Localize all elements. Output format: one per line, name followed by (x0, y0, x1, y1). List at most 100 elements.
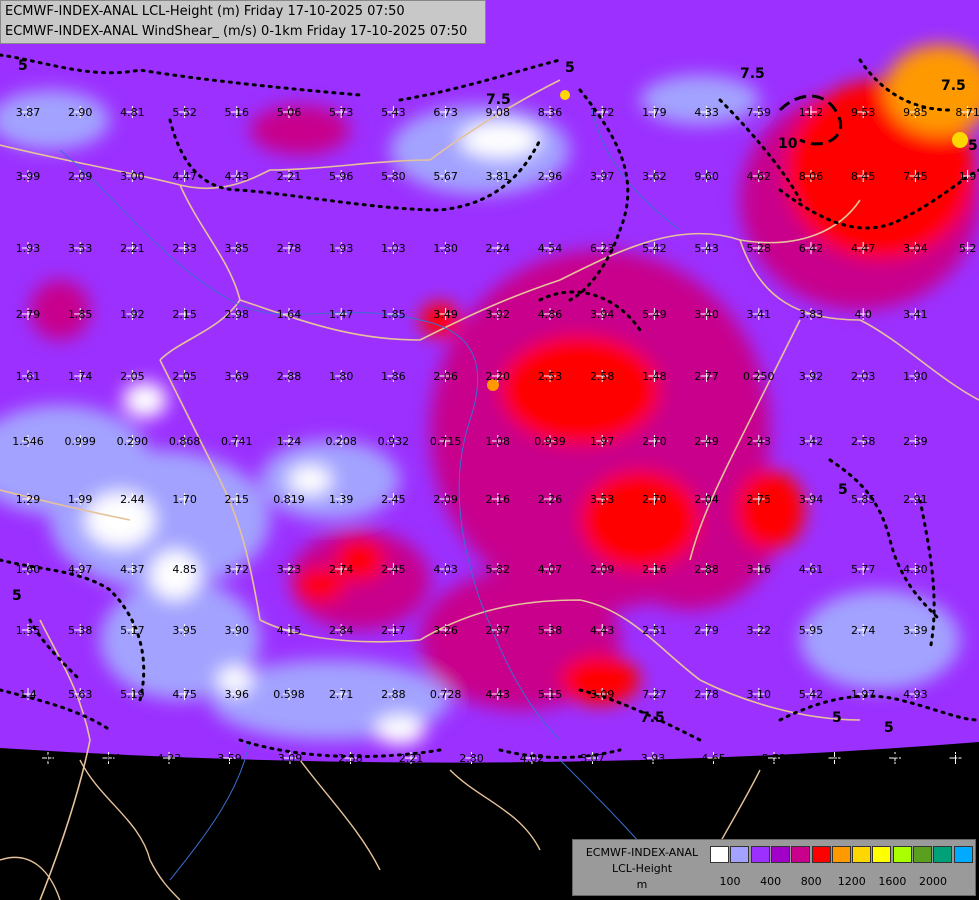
legend-tick-label: 1600 (878, 875, 907, 888)
station-value: 4.61 (799, 563, 824, 576)
legend-swatch (791, 846, 811, 863)
station-value: 7.27 (642, 688, 667, 701)
station-value: 1.86 (381, 370, 406, 383)
station-value: 5.77 (851, 563, 876, 576)
station-value: 3.42 (799, 435, 824, 448)
station-value: 4.07 (538, 563, 563, 576)
station-value: 3.49 (433, 308, 458, 321)
map-title-box: ECMWF-INDEX-ANAL LCL-Height (m) Friday 1… (0, 0, 486, 44)
station-value: 4.15 (277, 624, 302, 637)
station-value: 1.90 (903, 370, 928, 383)
station-value: 0.208 (325, 435, 357, 448)
station-value: 1.97 (590, 435, 615, 448)
station-value: 2.06 (433, 370, 458, 383)
station-value: 3.96 (225, 688, 250, 701)
station-value: 3.10 (747, 688, 772, 701)
station-value: 2.58 (338, 752, 363, 765)
station-value: 4.62 (747, 170, 772, 183)
map-title-windshear: ECMWF-INDEX-ANAL WindShear_ (m/s) 0-1km … (5, 24, 468, 39)
station-value: 0.715 (430, 435, 462, 448)
station-value: 4.47 (851, 242, 876, 255)
legend-swatch (710, 846, 729, 863)
station-value: 0.741 (221, 435, 253, 448)
station-value: 2.74 (329, 563, 354, 576)
legend-tick-label: 1200 (837, 875, 866, 888)
station-value: 2.09 (433, 493, 458, 506)
station-value: 3.40 (694, 308, 719, 321)
station-value: 2.26 (538, 493, 563, 506)
station-value: 1.60 (16, 563, 41, 576)
station-value: 1.72 (590, 106, 615, 119)
station-value: 5.96 (329, 170, 354, 183)
station-value: 1.546 (12, 435, 44, 448)
station-value: 1.08 (486, 435, 511, 448)
station-value: 2.96 (538, 170, 563, 183)
legend-swatch (770, 846, 790, 863)
station-value: 5.49 (642, 308, 667, 321)
station-value: 2.74 (851, 624, 876, 637)
station-value: 5.38 (538, 624, 563, 637)
station-value: 4.23 (157, 752, 182, 765)
station-value: 9.85 (903, 106, 928, 119)
station-value: 1.99 (68, 493, 93, 506)
station-value: 3.92 (799, 370, 824, 383)
yellow-hotspot (560, 90, 570, 100)
station-value: 1.80 (433, 242, 458, 255)
station-value: 3.16 (747, 563, 772, 576)
station-value: 2.88 (277, 370, 302, 383)
station-value: 5.67 (433, 170, 458, 183)
station-value: 4.81 (120, 106, 145, 119)
station-value: 2.09 (590, 563, 615, 576)
station-value: 1.03 (381, 242, 406, 255)
station-value: 1.85 (381, 308, 406, 321)
legend-tick-label: 100 (719, 875, 741, 888)
station-value: 1.39 (329, 493, 354, 506)
station-value: 3.99 (16, 170, 41, 183)
station-value: 8.06 (799, 170, 824, 183)
station-value: 4.43 (225, 170, 250, 183)
station-value: 2.91 (903, 493, 928, 506)
legend-swatch (913, 846, 932, 863)
legend-swatch (750, 846, 770, 863)
station-value: 2.03 (851, 370, 876, 383)
station-value: 3.09 (278, 752, 303, 765)
station-value: 2.21 (277, 170, 302, 183)
station-value: 2.71 (329, 688, 354, 701)
station-value: 1.79 (642, 106, 667, 119)
station-value: 3.94 (590, 308, 615, 321)
station-value: 6.73 (433, 106, 458, 119)
station-value: 2.33 (172, 242, 197, 255)
station-value: 3.87 (16, 106, 41, 119)
station-value: 3.81 (486, 170, 511, 183)
station-value: 1.72 (943, 752, 968, 765)
station-value: 2.51 (642, 624, 667, 637)
station-value: 3.94 (799, 493, 824, 506)
station-value: 1.92 (120, 308, 145, 321)
station-value: 5.06 (277, 106, 302, 119)
legend-swatch (831, 846, 851, 863)
station-value: 2.43 (747, 435, 772, 448)
station-value: 5.82 (486, 563, 511, 576)
legend-swatch (872, 846, 892, 863)
contour-label: 5 (18, 58, 28, 74)
station-value: 5.43 (381, 106, 406, 119)
station-value: 1.4 (19, 688, 37, 701)
station-value: 3.53 (68, 242, 93, 255)
station-value: 2.24 (486, 242, 511, 255)
station-value: 4.54 (538, 242, 563, 255)
station-value: 2.39 (903, 435, 928, 448)
station-value: 3.00 (120, 170, 145, 183)
station-value: 4.75 (172, 688, 197, 701)
legend-variable: LCL-Height (611, 862, 673, 875)
contour-label: 5 (884, 720, 894, 736)
station-value: 4.86 (538, 308, 563, 321)
contour-label: 5 (968, 138, 978, 154)
station-value: 3.53 (590, 493, 615, 506)
station-value: 5.42 (642, 242, 667, 255)
legend-unit: m (636, 878, 648, 891)
station-value: 0.250 (743, 370, 775, 383)
station-value: 4.44 (822, 752, 847, 765)
station-value: 4.85 (172, 563, 197, 576)
station-value: 2.79 (16, 308, 41, 321)
station-value: 5.2 (959, 242, 977, 255)
